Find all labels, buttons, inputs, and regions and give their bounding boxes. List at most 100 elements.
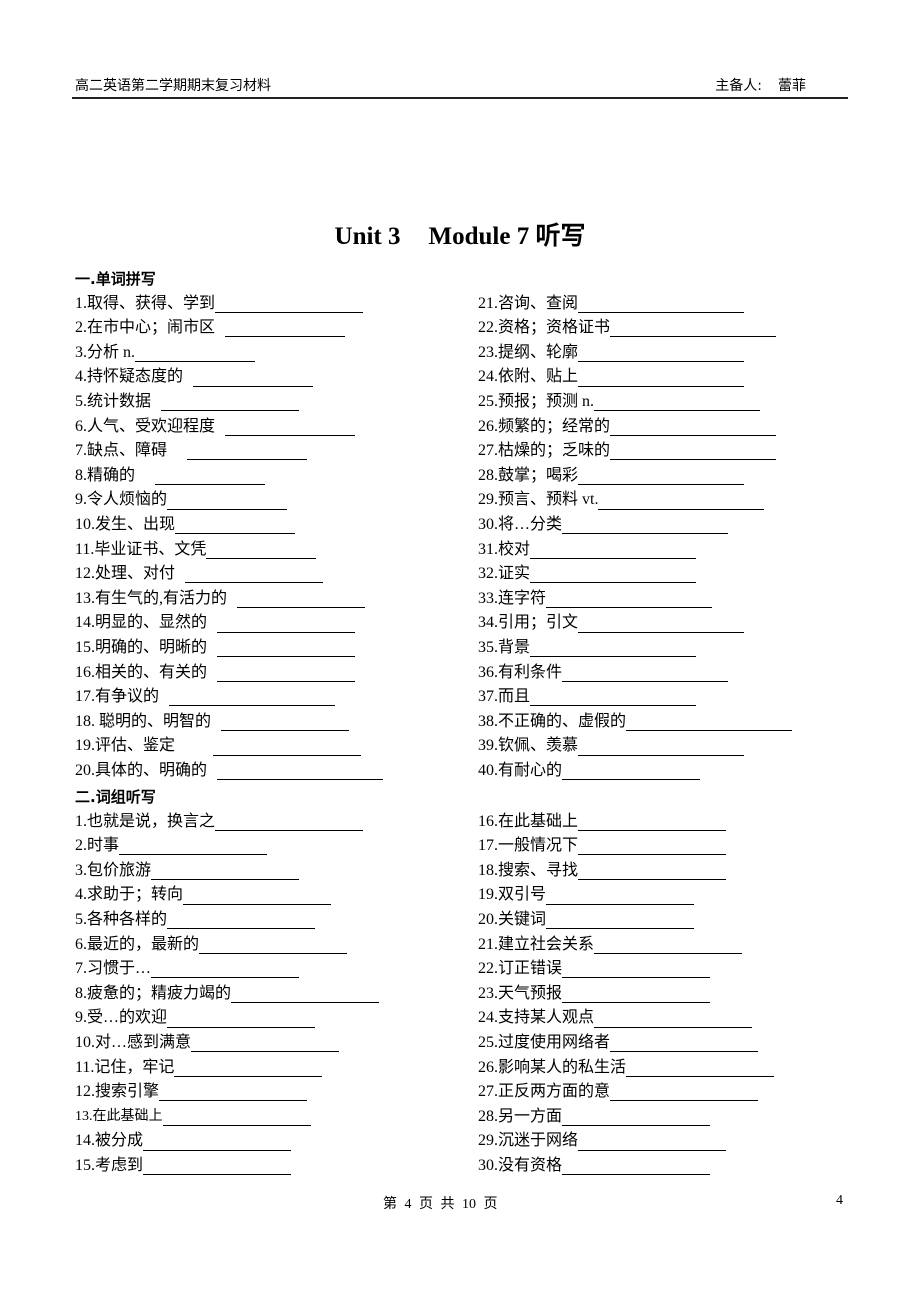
answer-blank[interactable] (546, 590, 713, 609)
answer-blank[interactable] (167, 492, 288, 510)
answer-blank[interactable] (626, 1059, 775, 1077)
item-prompt: 15.考虑到 (75, 1156, 144, 1174)
item-prompt: 33.连字符 (478, 589, 547, 607)
answer-blank[interactable] (174, 1059, 323, 1077)
answer-blank[interactable] (530, 639, 697, 658)
answer-blank[interactable] (215, 295, 364, 313)
answer-blank[interactable] (206, 541, 317, 559)
answer-blank[interactable] (562, 664, 729, 682)
dictation-item: 8.疲惫的；精疲力竭的 (75, 982, 380, 1007)
answer-blank[interactable] (215, 813, 364, 831)
answer-blank[interactable] (578, 738, 745, 756)
answer-blank[interactable] (546, 887, 695, 905)
answer-blank[interactable] (578, 369, 745, 387)
item-prompt: 34.引用；引文 (478, 614, 579, 632)
dictation-item: 15.明确的、明晰的 (75, 636, 383, 661)
answer-blank[interactable] (578, 295, 745, 313)
answer-blank[interactable] (237, 590, 366, 609)
answer-blank[interactable] (546, 911, 695, 930)
dictation-item: 19.双引号 (478, 883, 774, 908)
answer-blank[interactable] (562, 985, 711, 1004)
answer-blank[interactable] (610, 418, 777, 436)
answer-blank[interactable] (626, 713, 793, 731)
answer-blank[interactable] (578, 615, 745, 633)
answer-blank[interactable] (578, 837, 727, 856)
dictation-item: 17.一般情况下 (478, 834, 774, 859)
dictation-item: 38.不正确的、虚假的 (478, 710, 793, 735)
answer-blank[interactable] (135, 344, 256, 363)
answer-blank[interactable] (213, 738, 362, 756)
answer-blank[interactable] (169, 688, 336, 707)
answer-blank[interactable] (161, 393, 300, 412)
answer-blank[interactable] (610, 1083, 759, 1102)
dictation-item: 1.取得、获得、学到 (75, 292, 383, 317)
answer-blank[interactable] (162, 1108, 311, 1127)
answer-blank[interactable] (119, 837, 268, 856)
answer-blank[interactable] (578, 862, 727, 881)
dictation-item: 40.有耐心的 (478, 759, 792, 784)
answer-blank[interactable] (185, 565, 324, 584)
answer-blank[interactable] (530, 565, 697, 584)
dictation-item: 31.校对 (478, 538, 792, 563)
answer-blank[interactable] (562, 762, 701, 781)
answer-blank[interactable] (562, 960, 711, 979)
answer-blank[interactable] (231, 985, 380, 1004)
answer-blank[interactable] (217, 762, 384, 781)
answer-blank[interactable] (225, 319, 346, 338)
item-prompt: 5.统计数据 (75, 392, 152, 410)
answer-blank[interactable] (151, 960, 300, 979)
answer-blank[interactable] (578, 467, 745, 486)
dictation-item: 4.求助于；转向 (75, 883, 379, 908)
answer-blank[interactable] (610, 442, 777, 461)
item-prompt: 18. 聪明的、明智的 (75, 712, 212, 730)
answer-blank[interactable] (175, 516, 296, 535)
answer-blank[interactable] (598, 492, 765, 510)
answer-blank[interactable] (610, 1034, 759, 1053)
answer-blank[interactable] (221, 713, 350, 731)
answer-blank[interactable] (155, 467, 266, 486)
answer-blank[interactable] (187, 442, 308, 461)
answer-blank[interactable] (143, 1133, 292, 1151)
answer-blank[interactable] (167, 1010, 316, 1028)
item-prompt: 6.最近的，最新的 (75, 935, 200, 953)
answer-blank[interactable] (594, 936, 743, 954)
answer-blank[interactable] (151, 862, 300, 881)
answer-blank[interactable] (167, 911, 316, 930)
answer-blank[interactable] (159, 1083, 308, 1102)
answer-blank[interactable] (562, 516, 729, 535)
answer-blank[interactable] (530, 541, 697, 559)
answer-blank[interactable] (578, 813, 727, 831)
answer-blank[interactable] (594, 393, 761, 412)
answer-blank[interactable] (217, 664, 356, 682)
item-prompt: 26.影响某人的私生活 (478, 1058, 627, 1076)
item-prompt: 39.钦佩、羡慕 (478, 737, 579, 755)
item-prompt: 22.订正错误 (478, 960, 563, 978)
answer-blank[interactable] (562, 1157, 711, 1176)
item-prompt: 25.预报；预测 n. (478, 392, 595, 410)
answer-blank[interactable] (191, 1034, 340, 1053)
answer-blank[interactable] (594, 1010, 753, 1028)
answer-blank[interactable] (578, 344, 745, 363)
answer-blank[interactable] (578, 1133, 727, 1151)
answer-blank[interactable] (199, 936, 348, 954)
answer-blank[interactable] (193, 369, 314, 387)
answer-blank[interactable] (217, 615, 356, 633)
preparer-name: 蕾菲 (778, 78, 806, 94)
answer-blank[interactable] (562, 1108, 711, 1127)
item-prompt: 1.也就是说，换言之 (75, 812, 216, 830)
dictation-item: 23.天气预报 (478, 982, 774, 1007)
dictation-item: 18.搜索、寻找 (478, 859, 774, 884)
dictation-item: 20.具体的、明确的 (75, 759, 384, 784)
dictation-item: 3.分析 n. (75, 341, 383, 366)
item-prompt: 37.而且 (478, 688, 531, 706)
answer-blank[interactable] (530, 688, 697, 707)
answer-blank[interactable] (143, 1157, 292, 1176)
page-number: 4 (836, 1193, 843, 1208)
answer-blank[interactable] (225, 418, 356, 436)
item-prompt: 16.相关的、有关的 (75, 663, 208, 681)
answer-blank[interactable] (183, 887, 332, 905)
answer-blank[interactable] (217, 639, 356, 658)
dictation-item: 12.搜索引擎 (75, 1080, 379, 1105)
dictation-item: 14.明显的、显然的 (75, 611, 383, 636)
answer-blank[interactable] (610, 319, 777, 338)
